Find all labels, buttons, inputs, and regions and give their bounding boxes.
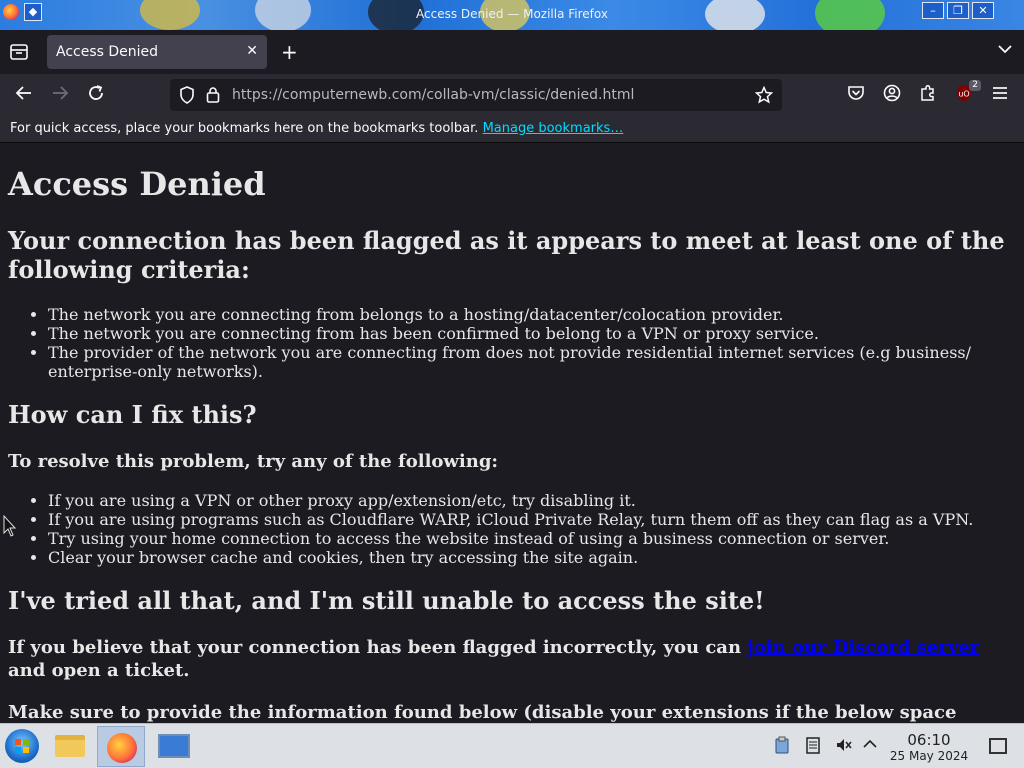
tab-label: Access Denied bbox=[56, 44, 159, 60]
lock-icon[interactable] bbox=[204, 86, 222, 104]
page-content: Access Denied Your connection has been f… bbox=[0, 143, 1024, 723]
page-title: Access Denied bbox=[8, 165, 266, 203]
chevron-down-icon bbox=[998, 45, 1012, 54]
url-text[interactable]: https://computernewb.com/collab-vm/class… bbox=[232, 87, 634, 103]
navigation-toolbar: https://computernewb.com/collab-vm/class… bbox=[0, 74, 1024, 116]
info-section: Make sure to provide the information fou… bbox=[8, 701, 1016, 723]
close-window-button[interactable]: ✕ bbox=[972, 2, 994, 19]
taskbar-remote-desktop[interactable] bbox=[149, 726, 197, 767]
discord-paragraph: If you believe that your connection has … bbox=[8, 636, 1016, 682]
firefox-view-icon bbox=[10, 44, 28, 60]
discord-server-link[interactable]: join our Discord server bbox=[747, 637, 979, 658]
forward-arrow-icon bbox=[53, 86, 69, 100]
list-item: Try using your home connection to access… bbox=[48, 529, 1016, 548]
tried-heading: I've tried all that, and I'm still unabl… bbox=[8, 586, 765, 615]
show-desktop-button[interactable] bbox=[989, 738, 1007, 754]
clock-date: 25 May 2024 bbox=[889, 749, 969, 763]
firefox-icon bbox=[107, 733, 137, 763]
list-item: The network you are connecting from has … bbox=[48, 324, 1016, 343]
fix-section: How can I fix this? bbox=[8, 400, 1016, 429]
discord-text-before: If you believe that your connection has … bbox=[8, 637, 748, 658]
bookmarks-prompt: For quick access, place your bookmarks h… bbox=[10, 121, 623, 136]
url-path: /collab-vm/classic/denied.html bbox=[421, 87, 635, 103]
close-tab-icon[interactable]: ✕ bbox=[246, 43, 258, 59]
tab-access-denied[interactable]: Access Denied ✕ bbox=[47, 35, 267, 69]
puzzle-piece-icon bbox=[921, 84, 934, 101]
tab-strip: Access Denied ✕ + bbox=[0, 30, 1024, 74]
bookmark-star-icon[interactable] bbox=[754, 85, 774, 104]
forward-button[interactable] bbox=[49, 84, 71, 106]
extension-badge: 2 bbox=[969, 80, 981, 91]
extensions-button[interactable] bbox=[917, 84, 939, 106]
back-button[interactable] bbox=[13, 84, 35, 106]
clock-time: 06:10 bbox=[907, 731, 951, 749]
taskbar: 06:10 25 May 2024 bbox=[0, 723, 1024, 768]
pocket-button[interactable] bbox=[845, 84, 867, 106]
criteria-heading: Your connection has been flagged as it a… bbox=[8, 226, 1005, 284]
fix-heading: How can I fix this? bbox=[8, 400, 257, 429]
list-item: The provider of the network you are conn… bbox=[48, 343, 1016, 381]
folder-icon bbox=[55, 735, 85, 757]
manage-bookmarks-link[interactable]: Manage bookmarks… bbox=[483, 121, 624, 136]
minimize-button[interactable]: – bbox=[922, 2, 944, 19]
back-arrow-icon bbox=[15, 86, 31, 100]
tray-clipboard-icon[interactable] bbox=[774, 736, 790, 758]
taskbar-firefox[interactable] bbox=[97, 726, 145, 767]
system-clock[interactable]: 06:10 25 May 2024 bbox=[884, 732, 974, 764]
url-bar[interactable]: https://computernewb.com/collab-vm/class… bbox=[170, 79, 782, 111]
maximize-button[interactable]: ❐ bbox=[947, 2, 969, 19]
list-item: Clear your browser cache and cookies, th… bbox=[48, 548, 1016, 567]
resolve-section: To resolve this problem, try any of the … bbox=[8, 450, 1016, 473]
bookmarks-prompt-text: For quick access, place your bookmarks h… bbox=[10, 121, 479, 136]
pocket-icon bbox=[848, 86, 864, 100]
show-hidden-icons-chevron-up-icon[interactable] bbox=[863, 736, 877, 756]
start-button[interactable] bbox=[5, 729, 39, 763]
account-icon bbox=[883, 84, 901, 102]
resolve-heading: To resolve this problem, try any of the … bbox=[8, 451, 499, 472]
window-title: Access Denied — Mozilla Firefox bbox=[416, 7, 608, 21]
fixes-list-wrap: If you are using a VPN or other proxy ap… bbox=[8, 491, 1016, 567]
reload-icon bbox=[89, 85, 103, 100]
list-item: If you are using a VPN or other proxy ap… bbox=[48, 491, 1016, 510]
criteria-list-wrap: The network you are connecting from belo… bbox=[8, 305, 1016, 381]
account-button[interactable] bbox=[881, 84, 903, 106]
url-scheme-host: https://computernewb.com bbox=[232, 87, 422, 103]
app-menu-button[interactable] bbox=[989, 84, 1011, 106]
ublock-origin-button[interactable]: uO 2 bbox=[953, 80, 981, 106]
discord-section: If you believe that your connection has … bbox=[8, 636, 1016, 682]
fixes-list: If you are using a VPN or other proxy ap… bbox=[8, 491, 1016, 567]
volume-muted-icon[interactable] bbox=[835, 736, 853, 758]
windows-logo-icon bbox=[15, 739, 29, 753]
discord-text-after: and open a ticket. bbox=[8, 660, 190, 681]
tray-storage-icon[interactable] bbox=[805, 736, 821, 758]
list-all-tabs-button[interactable] bbox=[998, 42, 1012, 58]
reload-button[interactable] bbox=[85, 84, 107, 106]
monitor-icon bbox=[158, 734, 190, 758]
criteria-list: The network you are connecting from belo… bbox=[8, 305, 1016, 381]
list-item: The network you are connecting from belo… bbox=[48, 305, 1016, 324]
firefox-view-button[interactable] bbox=[10, 44, 28, 60]
taskbar-file-explorer[interactable] bbox=[46, 726, 94, 767]
bookmarks-toolbar: For quick access, place your bookmarks h… bbox=[0, 116, 1024, 143]
list-item: If you are using programs such as Cloudf… bbox=[48, 510, 1016, 529]
window-titlebar: ◆ Access Denied — Mozilla Firefox – ❐ ✕ bbox=[0, 0, 1024, 30]
criteria-section: Your connection has been flagged as it a… bbox=[8, 226, 1016, 284]
info-paragraph: Make sure to provide the information fou… bbox=[8, 702, 957, 723]
mouse-cursor-icon bbox=[3, 515, 17, 537]
svg-text:uO: uO bbox=[958, 90, 969, 99]
new-tab-button[interactable]: + bbox=[281, 40, 298, 64]
tried-section: I've tried all that, and I'm still unabl… bbox=[8, 586, 1016, 615]
tracking-protection-shield-icon[interactable] bbox=[178, 86, 196, 104]
hamburger-menu-icon bbox=[993, 87, 1007, 99]
